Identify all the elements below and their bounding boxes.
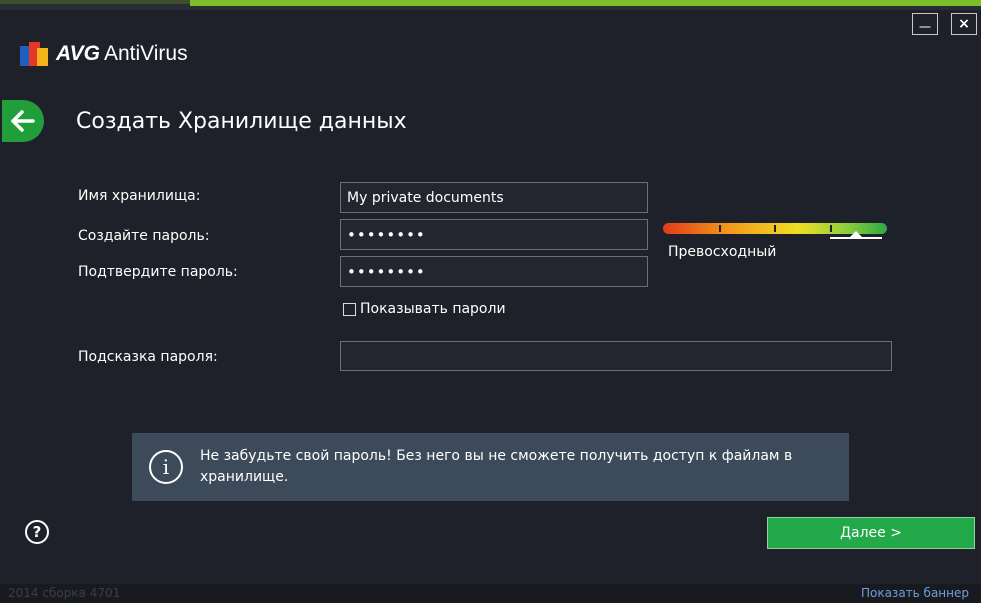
- info-icon: i: [149, 450, 183, 484]
- build-version: 2014 сборка 4701: [8, 586, 121, 600]
- password-hint-input[interactable]: [340, 341, 892, 371]
- strength-indicator-icon: [849, 231, 863, 238]
- footer: 2014 сборка 4701 Показать баннер: [0, 584, 981, 603]
- show-banner-link[interactable]: Показать баннер: [861, 586, 969, 600]
- app-logo: AVG AntiVirus: [20, 42, 188, 66]
- vault-name-input[interactable]: My private documents: [340, 182, 648, 213]
- password-input[interactable]: ••••••••: [340, 219, 648, 250]
- show-passwords-toggle[interactable]: Показывать пароли: [343, 301, 506, 317]
- confirm-password-label: Подтвердите пароль:: [78, 264, 238, 280]
- minimize-button[interactable]: __: [912, 13, 938, 35]
- confirm-password-input[interactable]: ••••••••: [340, 256, 648, 287]
- close-icon: ×: [958, 16, 970, 32]
- info-text: Не забудьте свой пароль! Без него вы не …: [200, 448, 793, 485]
- show-passwords-checkbox[interactable]: [343, 302, 356, 316]
- avg-logo-icon: [20, 42, 48, 66]
- help-icon[interactable]: ?: [25, 520, 49, 544]
- password-strength-meter: [663, 221, 887, 239]
- strength-label: Превосходный: [668, 244, 777, 260]
- back-button[interactable]: [2, 100, 44, 142]
- app-title: AVG AntiVirus: [56, 42, 188, 66]
- strength-tick: [830, 225, 832, 232]
- next-button[interactable]: Далее >: [767, 517, 975, 549]
- strength-tick: [774, 225, 776, 232]
- password-hint-label: Подсказка пароля:: [78, 349, 218, 365]
- minimize-icon: __: [919, 14, 931, 28]
- info-notice: i Не забудьте свой пароль! Без него вы н…: [132, 433, 849, 501]
- page-title: Создать Хранилище данных: [76, 109, 407, 134]
- close-button[interactable]: ×: [951, 13, 977, 35]
- brand-name: AVG: [56, 42, 100, 65]
- password-label: Создайте пароль:: [78, 228, 210, 244]
- arrow-left-icon: [11, 110, 35, 132]
- show-passwords-label: Показывать пароли: [360, 301, 506, 317]
- top-accent-stripe: [190, 0, 981, 6]
- strength-tick: [719, 225, 721, 232]
- vault-name-label: Имя хранилища:: [78, 188, 201, 204]
- product-name: AntiVirus: [103, 42, 188, 65]
- top-accent-dim: [0, 0, 190, 4]
